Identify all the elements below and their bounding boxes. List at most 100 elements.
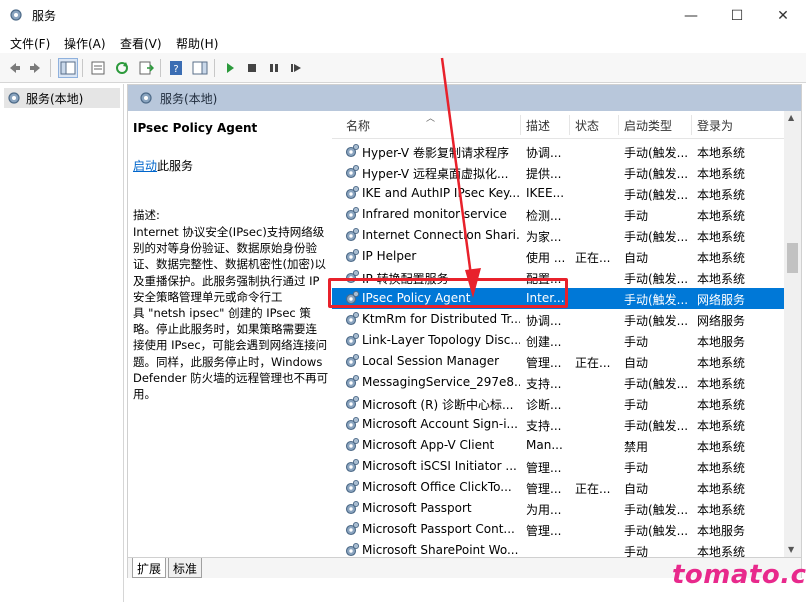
- cell-desc: 检测...: [526, 209, 562, 223]
- table-row[interactable]: Microsoft iSCSI Initiator ... 管理... 手动 本地系统: [332, 456, 784, 477]
- tab-extended[interactable]: 扩展: [132, 558, 167, 578]
- cell-name: KtmRm for Distributed Tr...: [362, 312, 520, 326]
- cell-startup-type: 手动(触发...: [624, 167, 689, 181]
- action-pane-icon[interactable]: [190, 58, 210, 78]
- scroll-thumb[interactable]: [787, 243, 798, 273]
- cell-startup-type: 自动: [624, 482, 649, 496]
- cell-name: IKE and AuthIP IPsec Key...: [362, 186, 520, 200]
- cell-name: Local Session Manager: [362, 354, 500, 368]
- service-gear-icon: [344, 416, 360, 432]
- table-row[interactable]: Microsoft SharePoint Wo... 手动 本地系统: [332, 540, 784, 557]
- cell-status: 正在...: [575, 251, 611, 265]
- scroll-down-icon[interactable]: ▼: [788, 545, 794, 554]
- cell-startup-type: 手动: [624, 545, 649, 557]
- selected-service-name: IPsec Policy Agent: [133, 121, 258, 135]
- description-text: Internet 协议安全(IPsec)支持网络级 别的对等身份验证、数据原始身…: [133, 225, 329, 402]
- show-console-tree-icon[interactable]: [58, 58, 78, 78]
- refresh-icon[interactable]: [112, 58, 132, 78]
- table-row[interactable]: Microsoft Passport 为用... 手动(触发... 本地系统: [332, 498, 784, 519]
- cell-desc: 为家...: [526, 230, 562, 244]
- table-row[interactable]: Microsoft Account Sign-i... 支持... 手动(触发...…: [332, 414, 784, 435]
- annotation-highlight-box: [328, 278, 568, 308]
- help-icon[interactable]: ?: [166, 58, 186, 78]
- minimize-button[interactable]: —: [668, 0, 714, 31]
- cell-desc: 提供...: [526, 167, 562, 181]
- cell-desc: 协调...: [526, 146, 562, 160]
- cell-startup-type: 自动: [624, 251, 649, 265]
- column-header-status[interactable]: 状态: [575, 117, 599, 134]
- table-row[interactable]: IKE and AuthIP IPsec Key... IKEE... 手动(触发.…: [332, 183, 784, 204]
- tree-item-services-local[interactable]: 服务(本地): [4, 88, 120, 108]
- service-gear-icon: [344, 227, 360, 243]
- service-gear-icon: [344, 437, 360, 453]
- cell-logon: 本地服务: [697, 524, 746, 538]
- menu-view[interactable]: 查看(V): [120, 35, 162, 52]
- table-row[interactable]: Microsoft App-V Client Man... 禁用 本地系统: [332, 435, 784, 456]
- table-row[interactable]: Link-Layer Topology Disc... 创建... 手动 本地服务: [332, 330, 784, 351]
- table-row[interactable]: Infrared monitor service 检测... 手动 本地系统: [332, 204, 784, 225]
- svg-text:?: ?: [173, 64, 178, 75]
- description-pane: IPsec Policy Agent 启动此服务 描述: Internet 协议…: [133, 119, 333, 559]
- close-button[interactable]: ✕: [760, 0, 806, 31]
- vertical-scrollbar[interactable]: ▲ ▼: [784, 111, 801, 557]
- cell-logon: 本地系统: [697, 503, 746, 517]
- cell-logon: 本地系统: [697, 251, 746, 265]
- cell-startup-type: 手动: [624, 209, 649, 223]
- pause-service-icon[interactable]: [264, 58, 284, 78]
- cell-name: Microsoft (R) 诊断中心标...: [362, 398, 514, 412]
- start-service-link[interactable]: 启动: [133, 159, 157, 173]
- restart-service-icon[interactable]: [286, 58, 306, 78]
- cell-startup-type: 手动(触发...: [624, 314, 689, 328]
- table-row[interactable]: Microsoft (R) 诊断中心标... 诊断... 手动 本地系统: [332, 393, 784, 414]
- cell-name: Microsoft Passport: [362, 501, 472, 515]
- cell-logon: 本地系统: [697, 482, 746, 496]
- table-row[interactable]: Microsoft Passport Cont... 管理... 手动(触发... 本…: [332, 519, 784, 540]
- stop-service-icon[interactable]: [242, 58, 262, 78]
- service-gear-icon: [344, 542, 360, 557]
- table-row[interactable]: KtmRm for Distributed Tr... 协调... 手动(触发...…: [332, 309, 784, 330]
- table-row[interactable]: Internet Connection Shari... 为家... 手动(触发..…: [332, 225, 784, 246]
- table-row[interactable]: Hyper-V 卷影复制请求程序 协调... 手动(触发... 本地系统: [332, 141, 784, 162]
- menu-help[interactable]: 帮助(H): [176, 35, 218, 52]
- table-row[interactable]: Hyper-V 远程桌面虚拟化... 提供... 手动(触发... 本地系统: [332, 162, 784, 183]
- column-header-desc[interactable]: 描述: [526, 117, 550, 134]
- cell-startup-type: 手动(触发...: [624, 188, 689, 202]
- maximize-button[interactable]: ☐: [714, 0, 760, 31]
- menu-file[interactable]: 文件(F): [10, 35, 50, 52]
- table-row[interactable]: Microsoft Office ClickTo... 管理... 正在... 自动 本…: [332, 477, 784, 498]
- cell-logon: 本地服务: [697, 335, 746, 349]
- service-gear-icon: [344, 248, 360, 264]
- service-gear-icon: [344, 521, 360, 537]
- scroll-up-icon[interactable]: ▲: [788, 113, 794, 122]
- cell-desc: 使用 ...: [526, 251, 566, 265]
- tab-standard[interactable]: 标准: [168, 558, 203, 578]
- watermark: tomato.cm: [672, 560, 806, 590]
- properties-icon[interactable]: [88, 58, 108, 78]
- menu-action[interactable]: 操作(A): [64, 35, 106, 52]
- cell-logon: 本地系统: [697, 167, 746, 181]
- cell-logon: 本地系统: [697, 545, 746, 557]
- export-list-icon[interactable]: [136, 58, 156, 78]
- column-header-startup-type[interactable]: 启动类型: [624, 117, 672, 134]
- table-row[interactable]: IP Helper 使用 ... 正在... 自动 本地系统: [332, 246, 784, 267]
- back-icon[interactable]: [4, 58, 24, 78]
- content-header: 服务(本地): [128, 85, 801, 111]
- cell-name: Microsoft Office ClickTo...: [362, 480, 512, 494]
- column-header-name[interactable]: 名称: [346, 117, 370, 134]
- cell-logon: 本地系统: [697, 419, 746, 433]
- service-gear-icon: [344, 332, 360, 348]
- table-row[interactable]: Local Session Manager 管理... 正在... 自动 本地系统: [332, 351, 784, 372]
- cell-startup-type: 禁用: [624, 440, 649, 454]
- cell-startup-type: 手动: [624, 461, 649, 475]
- column-header-logon[interactable]: 登录为: [697, 117, 733, 134]
- cell-startup-type: 手动(触发...: [624, 272, 689, 286]
- cell-desc: 协调...: [526, 314, 562, 328]
- cell-status: 正在...: [575, 482, 611, 496]
- start-suffix: 此服务: [157, 159, 194, 173]
- table-row[interactable]: MessagingService_297e8... 支持... 手动(触发... 本地…: [332, 372, 784, 393]
- forward-icon[interactable]: [26, 58, 46, 78]
- cell-name: Microsoft iSCSI Initiator ...: [362, 459, 517, 473]
- cell-name: Microsoft Passport Cont...: [362, 522, 515, 536]
- cell-desc: Man...: [526, 438, 563, 452]
- start-service-icon[interactable]: [220, 58, 240, 78]
